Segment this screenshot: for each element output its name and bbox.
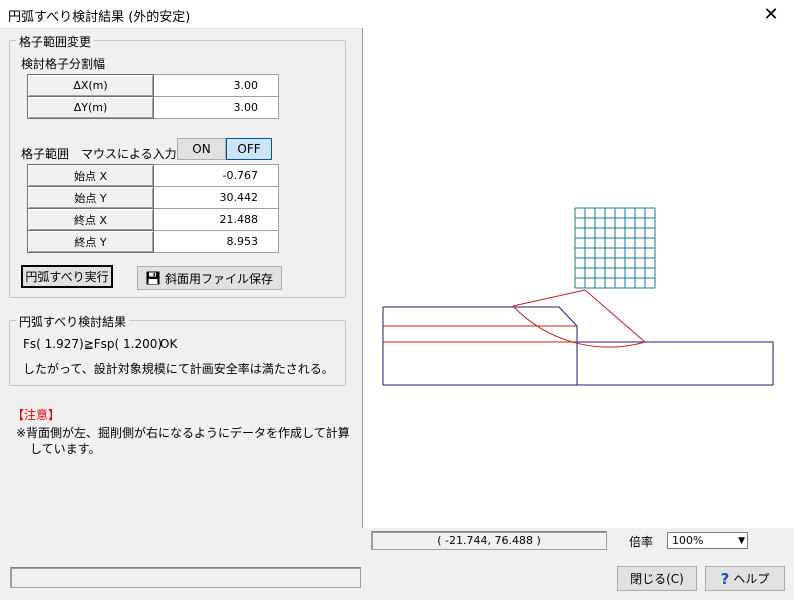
grid-range-legend: 格子範囲変更 (16, 33, 95, 50)
mouse-input-label: マウスによる入力 (81, 147, 177, 161)
dx-input[interactable]: 3.00 (153, 74, 279, 97)
slip-arc (512, 305, 646, 348)
grid-div-label: 検討格子分割幅 (21, 57, 106, 71)
ok-result: OK (160, 337, 178, 351)
close-icon[interactable]: ✕ (748, 0, 794, 28)
table-row: 終点 X 21.488 (27, 208, 279, 231)
caution-line-1: ※背面側が左、掘削側が右になるようにデータを作成して計算 (16, 426, 350, 440)
drawing-canvas[interactable] (362, 28, 794, 528)
slip-diagram (382, 207, 774, 386)
table-row: ΔY(m) 3.00 (27, 96, 279, 119)
scale-label: 倍率 (629, 535, 654, 549)
save-slope-file-button[interactable]: 斜面用ファイル保存 (137, 266, 282, 290)
end-x-label: 終点 X (27, 208, 154, 231)
table-row: 始点 X -0.767 (27, 164, 279, 187)
chevron-down-icon: ▼ (738, 536, 745, 546)
start-x-label: 始点 X (27, 164, 154, 187)
caution-line-2: しています。 (30, 442, 101, 456)
fs-result: Fs( 1.927)≧Fsp( 1.200) (23, 337, 163, 351)
start-y-label: 始点 Y (27, 186, 154, 209)
end-y-input[interactable]: 8.953 (153, 230, 279, 253)
caution-title: 【注意】 (12, 408, 61, 422)
scale-value: 100% (672, 534, 704, 547)
table-row: ΔX(m) 3.00 (27, 74, 279, 97)
dx-label: ΔX(m) (27, 74, 154, 97)
dy-input[interactable]: 3.00 (153, 96, 279, 119)
run-slip-button[interactable]: 円弧すべり実行 (21, 265, 113, 288)
help-icon: ? (720, 569, 730, 588)
conclusion-text: したがって、設計対象規模にて計画安全率は満たされる。 (23, 362, 334, 376)
grid-range-label: 格子範囲 (21, 147, 70, 161)
help-button[interactable]: ? ヘルプ (705, 566, 785, 591)
mouse-on-button[interactable]: ON (177, 138, 226, 160)
grid-range-table: 始点 X -0.767 始点 Y 30.442 終点 X 21.488 終点 Y… (27, 164, 279, 253)
end-y-label: 終点 Y (27, 230, 154, 253)
slip-radius-lines (512, 289, 646, 343)
end-x-input[interactable]: 21.488 (153, 208, 279, 231)
help-label: ヘルプ (733, 572, 770, 586)
grid-div-table: ΔX(m) 3.00 ΔY(m) 3.00 (27, 74, 279, 119)
close-button[interactable]: 閉じる(C) (617, 566, 697, 591)
start-y-input[interactable]: 30.442 (153, 186, 279, 209)
result-legend: 円弧すべり検討結果 (16, 313, 130, 330)
save-slope-file-label: 斜面用ファイル保存 (164, 271, 273, 286)
title-bar: 円弧すべり検討結果 (外的安定) ✕ (0, 0, 794, 29)
scale-select[interactable]: 100% ▼ (667, 532, 748, 549)
floppy-disk-icon (146, 271, 160, 285)
start-x-input[interactable]: -0.767 (153, 164, 279, 187)
retaining-wall-outline (382, 306, 578, 386)
window-title: 円弧すべり検討結果 (外的安定) (8, 10, 191, 25)
table-row: 始点 Y 30.442 (27, 186, 279, 209)
coordinate-text: ( -21.744, 76.488 ) (437, 534, 541, 547)
table-row: 終点 Y 8.953 (27, 230, 279, 253)
dy-label: ΔY(m) (27, 96, 154, 119)
coordinate-readout: ( -21.744, 76.488 ) (371, 531, 607, 550)
ground-outline (382, 341, 774, 386)
mouse-off-button[interactable]: OFF (226, 138, 272, 160)
status-bar (10, 567, 361, 588)
